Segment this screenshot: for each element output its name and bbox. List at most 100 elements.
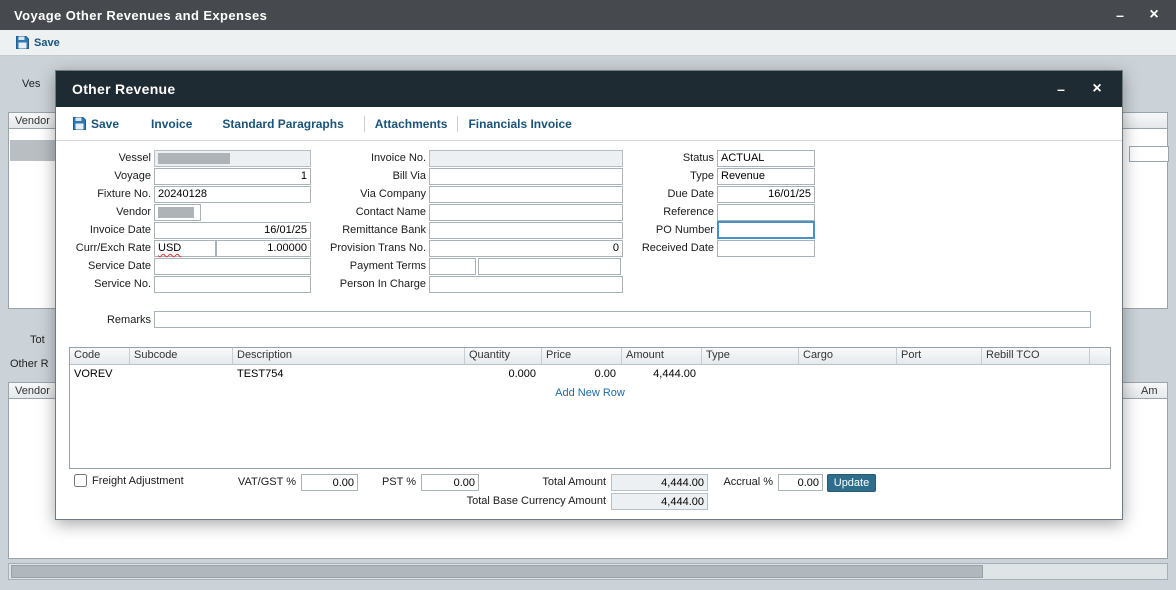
cell-price: 0.00 xyxy=(542,368,622,380)
window-titlebar: Voyage Other Revenues and Expenses – × xyxy=(0,0,1176,30)
service-date-field[interactable] xyxy=(154,258,311,275)
main-save-button[interactable]: Save xyxy=(16,36,60,49)
provision-trans-no-field[interactable] xyxy=(429,240,623,257)
add-new-row-link[interactable]: Add New Row xyxy=(70,387,1110,399)
attachments-button[interactable]: Attachments xyxy=(375,117,448,131)
invoice-date-label: Invoice Date xyxy=(59,224,151,236)
background-vessel-label: Ves xyxy=(22,78,40,90)
status-label: Status xyxy=(624,152,714,164)
remarks-field[interactable] xyxy=(154,311,1091,328)
toolbar-separator xyxy=(457,116,458,132)
column-header-description[interactable]: Description xyxy=(233,348,465,364)
pst-label: PST % xyxy=(368,474,416,491)
bill-via-field[interactable] xyxy=(429,168,623,185)
curr-exch-rate-label: Curr/Exch Rate xyxy=(59,242,151,254)
vessel-field xyxy=(154,150,311,167)
toolbar-separator xyxy=(364,116,365,132)
column-header-amount[interactable]: Amount xyxy=(622,348,702,364)
background-other-revenue-label: Other R xyxy=(10,358,49,370)
horizontal-scrollbar[interactable] xyxy=(8,563,1168,580)
redacted-vendor-text xyxy=(158,207,194,218)
form-column-right: Status Type Due Date Reference PO Number… xyxy=(624,149,815,257)
window-title: Voyage Other Revenues and Expenses xyxy=(14,8,267,23)
redacted-vessel-text xyxy=(158,153,230,164)
received-date-field[interactable] xyxy=(717,240,815,257)
save-icon xyxy=(73,117,86,130)
currency-field[interactable]: USD xyxy=(154,240,216,257)
invoice-date-field[interactable] xyxy=(154,222,311,239)
service-no-label: Service No. xyxy=(59,278,151,290)
bill-via-label: Bill Via xyxy=(316,170,426,182)
via-company-label: Via Company xyxy=(316,188,426,200)
window-toolbar: Save xyxy=(0,30,1176,56)
cell-code: VOREV xyxy=(70,368,130,380)
column-header-type[interactable]: Type xyxy=(702,348,799,364)
freight-adjustment-control[interactable]: Freight Adjustment xyxy=(74,474,184,487)
window-minimize-icon[interactable]: – xyxy=(1106,0,1134,30)
person-in-charge-field[interactable] xyxy=(429,276,623,293)
grid-body: VOREV TEST754 0.000 0.00 4,444.00 Add Ne… xyxy=(70,365,1110,399)
vendor-field[interactable] xyxy=(154,204,201,221)
accrual-field[interactable] xyxy=(778,474,823,491)
dialog-titlebar: Other Revenue – × xyxy=(56,71,1122,107)
voyage-label: Voyage xyxy=(59,170,151,182)
column-header-subcode[interactable]: Subcode xyxy=(130,348,233,364)
invoice-button[interactable]: Invoice xyxy=(151,117,192,131)
financials-invoice-button[interactable]: Financials Invoice xyxy=(468,117,571,131)
status-field[interactable] xyxy=(717,150,815,167)
column-header-price[interactable]: Price xyxy=(542,348,622,364)
total-base-currency-label: Total Base Currency Amount xyxy=(451,493,606,510)
fixture-no-field[interactable] xyxy=(154,186,311,203)
column-header-quantity[interactable]: Quantity xyxy=(465,348,542,364)
provision-trans-no-label: Provision Trans No. xyxy=(316,242,426,254)
vat-gst-field[interactable] xyxy=(301,474,358,491)
dialog-save-label: Save xyxy=(91,117,119,131)
contact-name-field[interactable] xyxy=(429,204,623,221)
save-icon xyxy=(16,36,29,49)
dialog-close-icon[interactable]: × xyxy=(1084,71,1110,107)
remarks-row: Remarks xyxy=(59,311,1091,328)
exchange-rate-field[interactable] xyxy=(216,240,311,257)
remarks-label: Remarks xyxy=(59,314,151,326)
payment-terms-code-field[interactable] xyxy=(429,258,476,275)
background-grid-cell-field[interactable] xyxy=(1129,146,1169,162)
total-amount-field xyxy=(611,474,708,491)
service-date-label: Service Date xyxy=(59,260,151,272)
standard-paragraphs-button[interactable]: Standard Paragraphs xyxy=(222,117,343,131)
type-field[interactable] xyxy=(717,168,815,185)
reference-field[interactable] xyxy=(717,204,815,221)
column-header-port[interactable]: Port xyxy=(897,348,982,364)
payment-terms-description-field[interactable] xyxy=(478,258,621,275)
grid-header-row: Code Subcode Description Quantity Price … xyxy=(70,348,1110,365)
table-row[interactable]: VOREV TEST754 0.000 0.00 4,444.00 xyxy=(70,365,1110,383)
freight-adjustment-checkbox[interactable] xyxy=(74,474,87,487)
freight-adjustment-label: Freight Adjustment xyxy=(92,475,184,487)
dialog-save-button[interactable]: Save xyxy=(73,117,119,131)
via-company-field[interactable] xyxy=(429,186,623,203)
dialog-toolbar: Save Invoice Standard Paragraphs Attachm… xyxy=(56,107,1122,141)
background-bottom-grid-amount-column: Am xyxy=(1141,385,1158,397)
column-header-code[interactable]: Code xyxy=(70,348,130,364)
form-column-middle: Invoice No. Bill Via Via Company Contact… xyxy=(316,149,623,293)
column-header-cargo[interactable]: Cargo xyxy=(799,348,897,364)
remittance-bank-field[interactable] xyxy=(429,222,623,239)
service-no-field[interactable] xyxy=(154,276,311,293)
due-date-field[interactable] xyxy=(717,186,815,203)
po-number-label: PO Number xyxy=(624,224,714,236)
window-close-icon[interactable]: × xyxy=(1140,0,1168,30)
column-header-rebill-tco[interactable]: Rebill TCO xyxy=(982,348,1090,364)
horizontal-scrollbar-thumb[interactable] xyxy=(11,565,983,578)
remittance-bank-label: Remittance Bank xyxy=(316,224,426,236)
background-bottom-grid-vendor-column: Vendor xyxy=(15,385,50,397)
update-button[interactable]: Update xyxy=(827,474,876,492)
invoice-no-field xyxy=(429,150,623,167)
received-date-label: Received Date xyxy=(624,242,714,254)
vendor-label: Vendor xyxy=(59,206,151,218)
dialog-title: Other Revenue xyxy=(72,81,176,97)
dialog-minimize-icon[interactable]: – xyxy=(1048,71,1074,107)
po-number-field[interactable] xyxy=(717,221,815,239)
background-top-grid-vendor-column: Vendor xyxy=(15,115,50,127)
cell-quantity: 0.000 xyxy=(465,368,542,380)
voyage-field[interactable] xyxy=(154,168,311,185)
pst-field[interactable] xyxy=(421,474,479,491)
